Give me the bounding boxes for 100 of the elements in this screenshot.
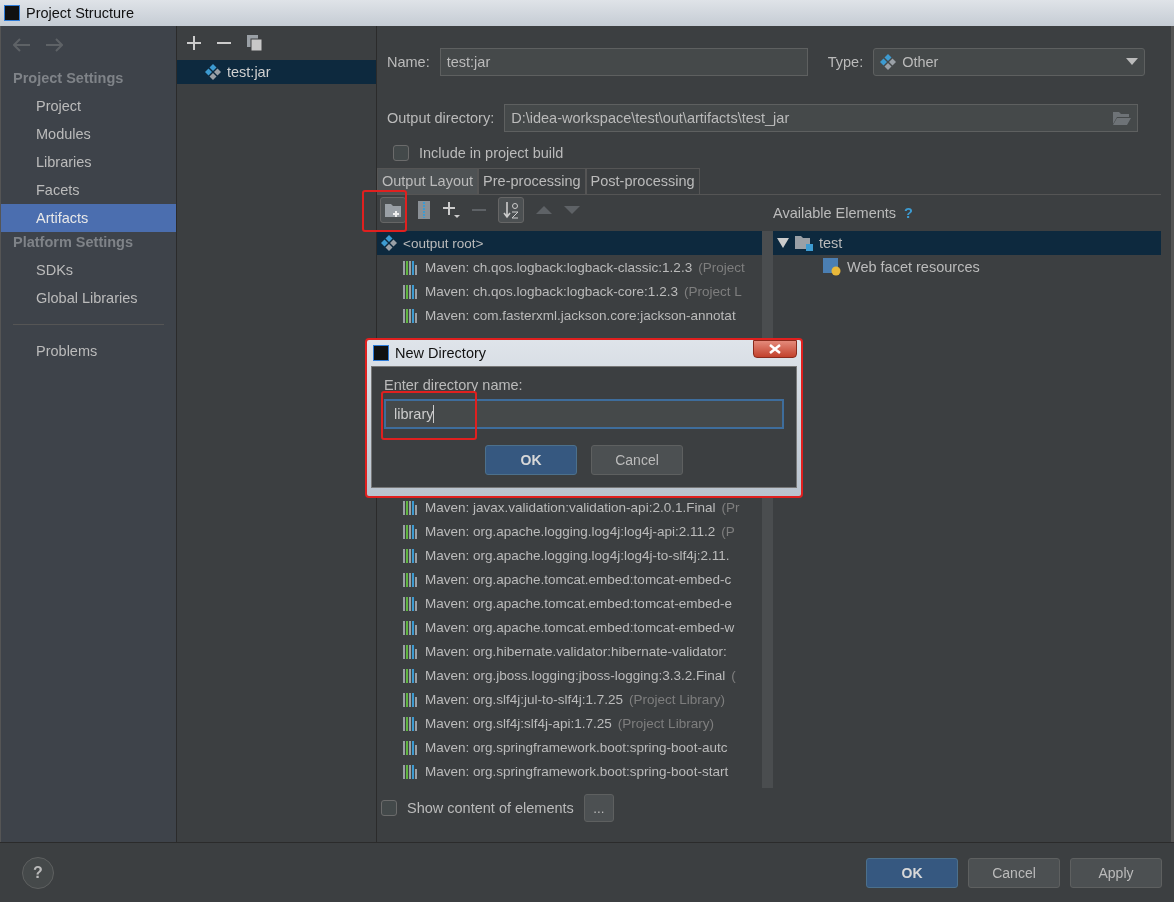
library-icon bbox=[403, 691, 419, 707]
library-name: Maven: org.springframework.boot:spring-boot-autc bbox=[425, 739, 728, 755]
library-name: Maven: org.jboss.logging:jboss-logging:3.3.2.Final bbox=[425, 667, 726, 683]
show-content-label: Show content of elements bbox=[407, 800, 574, 816]
name-label: Name: bbox=[387, 54, 430, 70]
library-icon bbox=[403, 643, 419, 659]
library-note: (Project Library) bbox=[617, 715, 714, 731]
new-folder-button[interactable] bbox=[380, 197, 406, 223]
library-name: Maven: ch.qos.logback:logback-classic:1.2.3 bbox=[425, 259, 693, 275]
library-note: ( bbox=[731, 667, 736, 683]
name-field[interactable]: test:jar bbox=[439, 48, 808, 76]
more-button[interactable]: ... bbox=[583, 794, 614, 822]
folder-icon[interactable] bbox=[1113, 111, 1132, 125]
library-name: Maven: org.slf4j:jul-to-slf4j:1.7.25 bbox=[425, 691, 624, 707]
app-icon bbox=[4, 5, 20, 21]
move-down-icon[interactable] bbox=[564, 205, 580, 215]
ok-button[interactable]: OK bbox=[485, 445, 577, 475]
forward-icon[interactable] bbox=[45, 38, 63, 52]
library-icon bbox=[403, 715, 419, 731]
library-icon bbox=[403, 499, 419, 515]
directory-name-field[interactable]: library bbox=[384, 399, 784, 429]
app-icon bbox=[373, 345, 389, 361]
library-icon bbox=[403, 739, 419, 755]
library-note: (P bbox=[721, 523, 735, 539]
sort-icon bbox=[503, 201, 519, 219]
close-button[interactable] bbox=[753, 340, 797, 358]
new-folder-icon bbox=[385, 203, 401, 217]
library-icon bbox=[403, 259, 419, 275]
library-icon bbox=[403, 619, 419, 635]
library-name: Maven: org.apache.tomcat.embed:tomcat-embed-c bbox=[425, 571, 732, 587]
library-name: Maven: org.apache.logging.log4j:log4j-to-slf4j:2.11. bbox=[425, 547, 730, 563]
web-resources-icon bbox=[823, 258, 841, 276]
sidebar-item[interactable]: Libraries bbox=[1, 148, 176, 176]
output-root-label[interactable]: <output root> bbox=[403, 235, 484, 251]
tree-item[interactable]: test bbox=[819, 235, 843, 251]
library-name: Maven: org.apache.logging.log4j:log4j-api:2.11.2 bbox=[425, 523, 716, 539]
sidebar-item[interactable]: Modules bbox=[1, 120, 176, 148]
type-dropdown[interactable]: Other bbox=[873, 48, 1146, 76]
library-name: Maven: org.slf4j:slf4j-api:1.7.25 bbox=[425, 715, 612, 731]
ok-button[interactable]: OK bbox=[866, 858, 958, 888]
library-icon bbox=[403, 547, 419, 563]
library-note: (Project bbox=[698, 259, 745, 275]
sidebar-item[interactable]: Problems bbox=[1, 337, 176, 365]
tree-item[interactable]: Web facet resources bbox=[847, 259, 980, 275]
library-note: (Project L bbox=[683, 283, 742, 299]
dialog-button[interactable]: Cancel bbox=[591, 445, 683, 475]
type-label: Type: bbox=[827, 54, 864, 70]
add-dropdown-icon[interactable] bbox=[442, 201, 460, 219]
library-name: Maven: com.fasterxml.jackson.core:jackson-annotat bbox=[425, 307, 736, 323]
sidebar-item[interactable]: Project bbox=[1, 92, 176, 120]
tab[interactable]: Pre-processing bbox=[478, 168, 586, 194]
add-icon[interactable] bbox=[187, 36, 201, 50]
help-button[interactable]: ? bbox=[22, 857, 54, 889]
library-name: Maven: ch.qos.logback:logback-core:1.2.3 bbox=[425, 283, 678, 299]
artifact-icon bbox=[381, 235, 397, 251]
section-heading: Platform Settings bbox=[12, 233, 135, 252]
library-note: (Project Library) bbox=[629, 691, 726, 707]
library-icon bbox=[403, 763, 419, 779]
sidebar-item[interactable]: SDKs bbox=[1, 256, 176, 284]
library-name: Maven: org.apache.tomcat.embed:tomcat-embed-e bbox=[425, 595, 732, 611]
available-elements-heading: Available Elements bbox=[773, 205, 897, 221]
library-icon bbox=[403, 283, 419, 299]
library-icon bbox=[403, 523, 419, 539]
close-icon bbox=[769, 344, 781, 354]
highlight-frame bbox=[362, 190, 407, 232]
checkbox[interactable] bbox=[381, 800, 397, 816]
window-title: Project Structure bbox=[26, 5, 134, 21]
library-name: Maven: org.springframework.boot:spring-boot-start bbox=[425, 763, 729, 779]
dialog-button[interactable]: Cancel bbox=[968, 858, 1060, 888]
library-name: Maven: javax.validation:validation-api:2.0.1.Final bbox=[425, 499, 716, 515]
library-icon bbox=[403, 667, 419, 683]
library-icon bbox=[403, 307, 419, 323]
section-heading: Project Settings bbox=[12, 69, 125, 88]
tab[interactable]: Post-processing bbox=[585, 168, 700, 194]
artifact-item[interactable]: test:jar bbox=[177, 60, 376, 84]
dialog-title: New Directory bbox=[395, 345, 487, 361]
module-folder-icon bbox=[795, 235, 813, 251]
expand-icon[interactable] bbox=[777, 238, 789, 248]
copy-icon[interactable] bbox=[247, 35, 263, 51]
library-icon bbox=[403, 595, 419, 611]
library-name: Maven: org.apache.tomcat.embed:tomcat-embed-w bbox=[425, 619, 735, 635]
sidebar-item[interactable]: Facets bbox=[1, 176, 176, 204]
library-icon bbox=[403, 571, 419, 587]
tab[interactable]: Output Layout bbox=[377, 168, 479, 194]
back-icon[interactable] bbox=[13, 38, 31, 52]
move-up-icon[interactable] bbox=[536, 205, 552, 215]
archive-icon[interactable] bbox=[418, 201, 430, 219]
sort-button[interactable] bbox=[498, 197, 524, 223]
output-directory-label: Output directory: bbox=[387, 110, 495, 126]
sidebar-item[interactable]: Artifacts bbox=[1, 204, 176, 232]
checkbox[interactable] bbox=[393, 145, 409, 161]
library-name: Maven: org.hibernate.validator:hibernate-validator: bbox=[425, 643, 727, 659]
sidebar-item[interactable]: Global Libraries bbox=[1, 284, 176, 312]
output-directory-field[interactable]: D:\idea-workspace\test\out\artifacts\test_jar bbox=[504, 104, 1139, 132]
dropdown-icon bbox=[1126, 58, 1139, 66]
help-link[interactable]: ? bbox=[904, 205, 913, 221]
dialog-button[interactable]: Apply bbox=[1070, 858, 1162, 888]
diamond-icon bbox=[880, 54, 897, 70]
include-label: Include in project build bbox=[419, 145, 564, 161]
library-note: (Pr bbox=[721, 499, 740, 515]
